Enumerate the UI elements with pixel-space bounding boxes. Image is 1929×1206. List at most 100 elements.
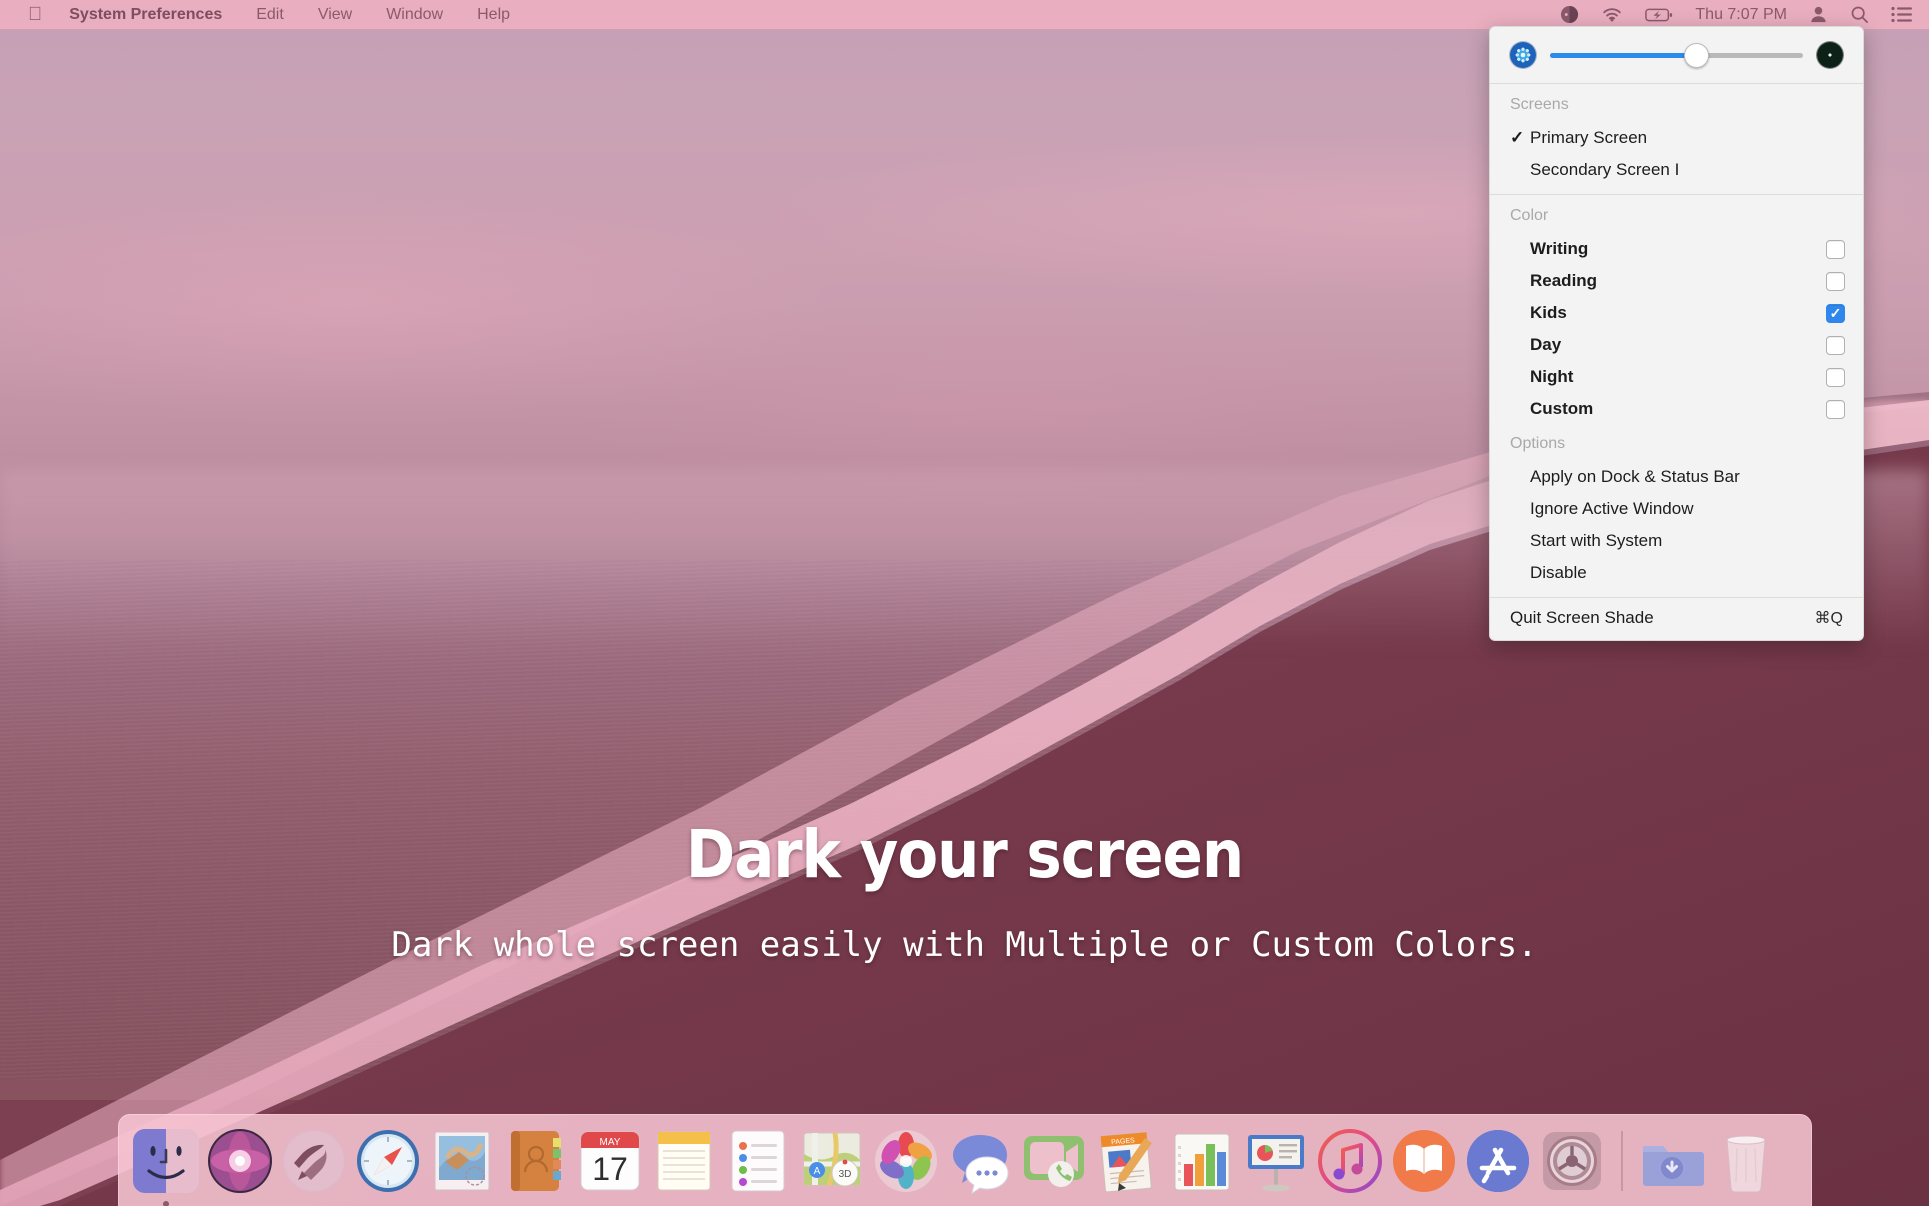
menu-item-secondary-screen[interactable]: Secondary Screen I bbox=[1490, 154, 1863, 186]
notification-center-icon[interactable] bbox=[1891, 6, 1913, 23]
menu-bar-clock[interactable]: Thu 7:07 PM bbox=[1695, 6, 1787, 24]
contacts-icon bbox=[511, 1130, 561, 1191]
screen-shade-dropdown-panel: Screens ✓ Primary Screen Secondary Scree… bbox=[1489, 26, 1864, 641]
menu-item-edit[interactable]: Edit bbox=[239, 0, 301, 30]
dock: MAY 17 A 3D PAGES bbox=[118, 1114, 1812, 1206]
color-option-label: Writing bbox=[1530, 239, 1589, 258]
dock-item-mail[interactable] bbox=[425, 1124, 499, 1198]
menu-item-start-with-system[interactable]: Start with System bbox=[1490, 525, 1863, 557]
color-option-kids[interactable]: Kids ✓ bbox=[1490, 297, 1863, 329]
color-option-checkbox[interactable]: ✓ bbox=[1826, 271, 1845, 291]
photos-icon bbox=[875, 1129, 937, 1192]
brightness-high-icon[interactable] bbox=[1510, 42, 1536, 68]
system-preferences-icon bbox=[1543, 1131, 1601, 1190]
color-option-label: Night bbox=[1530, 367, 1574, 386]
color-option-checkbox[interactable]: ✓ bbox=[1826, 303, 1845, 323]
shade-slider-thumb[interactable] bbox=[1684, 42, 1710, 68]
dock-item-siri[interactable] bbox=[203, 1124, 277, 1198]
running-indicator-dot bbox=[163, 1200, 169, 1206]
color-option-label: Reading bbox=[1530, 271, 1598, 290]
dock-item-safari[interactable] bbox=[351, 1124, 425, 1198]
color-option-checkbox[interactable]: ✓ bbox=[1826, 367, 1845, 387]
color-option-label: Kids bbox=[1530, 303, 1567, 322]
menu-item-label: Apply on Dock & Status Bar bbox=[1530, 467, 1740, 486]
color-option-night[interactable]: Night ✓ bbox=[1490, 361, 1863, 393]
options-group-header: Options bbox=[1510, 435, 1566, 452]
mail-icon bbox=[434, 1131, 490, 1190]
dock-item-notes[interactable] bbox=[647, 1124, 721, 1198]
dock-item-reminders[interactable] bbox=[721, 1124, 795, 1198]
keynote-icon bbox=[1248, 1134, 1304, 1191]
dock-item-itunes[interactable] bbox=[1313, 1124, 1387, 1198]
color-group-header: Color bbox=[1510, 207, 1549, 224]
color-option-checkbox[interactable]: ✓ bbox=[1826, 239, 1845, 259]
calendar-icon: MAY 17 bbox=[580, 1131, 640, 1190]
numbers-icon bbox=[1174, 1133, 1230, 1190]
color-option-custom[interactable]: Custom ✓ bbox=[1490, 393, 1863, 425]
menu-bar-left:  System Preferences Edit View Window He… bbox=[0, 0, 527, 30]
dock-item-facetime[interactable] bbox=[1017, 1124, 1091, 1198]
spotlight-search-icon[interactable] bbox=[1850, 5, 1869, 24]
facetime-icon bbox=[1024, 1135, 1084, 1187]
color-option-checkbox[interactable]: ✓ bbox=[1826, 399, 1845, 419]
color-option-checkbox[interactable]: ✓ bbox=[1826, 335, 1845, 355]
reminders-icon bbox=[731, 1130, 785, 1191]
dock-item-ibooks[interactable] bbox=[1387, 1124, 1461, 1198]
page-subtitle: Dark whole screen easily with Multiple o… bbox=[391, 925, 1538, 966]
menu-item-window[interactable]: Window bbox=[369, 0, 460, 30]
color-option-reading[interactable]: Reading ✓ bbox=[1490, 265, 1863, 297]
wifi-icon[interactable] bbox=[1601, 6, 1623, 23]
dock-item-calendar[interactable]: MAY 17 bbox=[573, 1124, 647, 1198]
menu-item-primary-screen[interactable]: ✓ Primary Screen bbox=[1490, 122, 1863, 154]
menu-item-quit-screen-shade[interactable]: Quit Screen Shade ⌘Q bbox=[1490, 598, 1863, 638]
dock-item-system-preferences[interactable] bbox=[1535, 1124, 1609, 1198]
user-account-icon[interactable] bbox=[1809, 5, 1828, 24]
dock-item-keynote[interactable] bbox=[1239, 1124, 1313, 1198]
menu-item-help[interactable]: Help bbox=[460, 0, 527, 30]
dock-item-maps[interactable]: A 3D bbox=[795, 1124, 869, 1198]
menu-item-disable[interactable]: Disable bbox=[1490, 557, 1863, 589]
menu-bar-status-area: Thu 7:07 PM bbox=[1560, 5, 1929, 24]
svg-text:A: A bbox=[814, 1166, 821, 1177]
ibooks-icon bbox=[1393, 1129, 1455, 1192]
pages-icon: PAGES bbox=[1100, 1131, 1152, 1192]
itunes-icon bbox=[1318, 1128, 1382, 1193]
siri-icon bbox=[208, 1128, 272, 1193]
maps-icon: A 3D bbox=[803, 1132, 861, 1186]
menu-item-apply-on-dock-status-bar[interactable]: Apply on Dock & Status Bar bbox=[1490, 461, 1863, 493]
brightness-dark-icon[interactable] bbox=[1817, 42, 1843, 68]
color-option-label: Custom bbox=[1530, 399, 1594, 418]
menu-item-label: Disable bbox=[1530, 563, 1587, 582]
menu-item-ignore-active-window[interactable]: Ignore Active Window bbox=[1490, 493, 1863, 525]
dock-item-photos[interactable] bbox=[869, 1124, 943, 1198]
quit-shortcut: ⌘Q bbox=[1814, 610, 1843, 627]
dock-item-launchpad[interactable] bbox=[277, 1124, 351, 1198]
trash-icon bbox=[1726, 1135, 1766, 1192]
dock-item-trash[interactable] bbox=[1709, 1124, 1783, 1198]
dock-item-pages[interactable]: PAGES bbox=[1091, 1124, 1165, 1198]
color-group: Color Writing ✓ Reading ✓ Kids ✓ Day ✓ N… bbox=[1490, 195, 1863, 597]
dock-item-messages[interactable] bbox=[943, 1124, 1017, 1198]
shade-slider[interactable] bbox=[1550, 42, 1803, 68]
menu-item-app[interactable]: System Preferences bbox=[52, 0, 239, 30]
dock-item-app-store[interactable] bbox=[1461, 1124, 1535, 1198]
color-option-day[interactable]: Day ✓ bbox=[1490, 329, 1863, 361]
dock-item-contacts[interactable] bbox=[499, 1124, 573, 1198]
calendar-month-text: MAY bbox=[600, 1137, 621, 1148]
dock-item-numbers[interactable] bbox=[1165, 1124, 1239, 1198]
dock-item-finder[interactable] bbox=[129, 1124, 203, 1206]
hero-section: Dark your screen Dark whole screen easil… bbox=[0, 820, 1929, 966]
dock-separator bbox=[1621, 1130, 1623, 1191]
menu-item-view[interactable]: View bbox=[301, 0, 369, 30]
calendar-day-text: 17 bbox=[592, 1151, 628, 1187]
battery-charging-icon[interactable] bbox=[1645, 7, 1673, 23]
svg-text:3D: 3D bbox=[839, 1169, 852, 1180]
downloads-folder-icon bbox=[1643, 1145, 1704, 1186]
color-option-label: Day bbox=[1530, 335, 1562, 354]
menu-item-label: Primary Screen bbox=[1530, 128, 1648, 147]
dock-item-downloads-folder[interactable] bbox=[1635, 1124, 1709, 1198]
safari-icon bbox=[357, 1129, 419, 1192]
apple-logo-icon[interactable]:  bbox=[18, 2, 52, 28]
color-option-writing[interactable]: Writing ✓ bbox=[1490, 233, 1863, 265]
screen-shade-icon[interactable] bbox=[1560, 5, 1579, 24]
